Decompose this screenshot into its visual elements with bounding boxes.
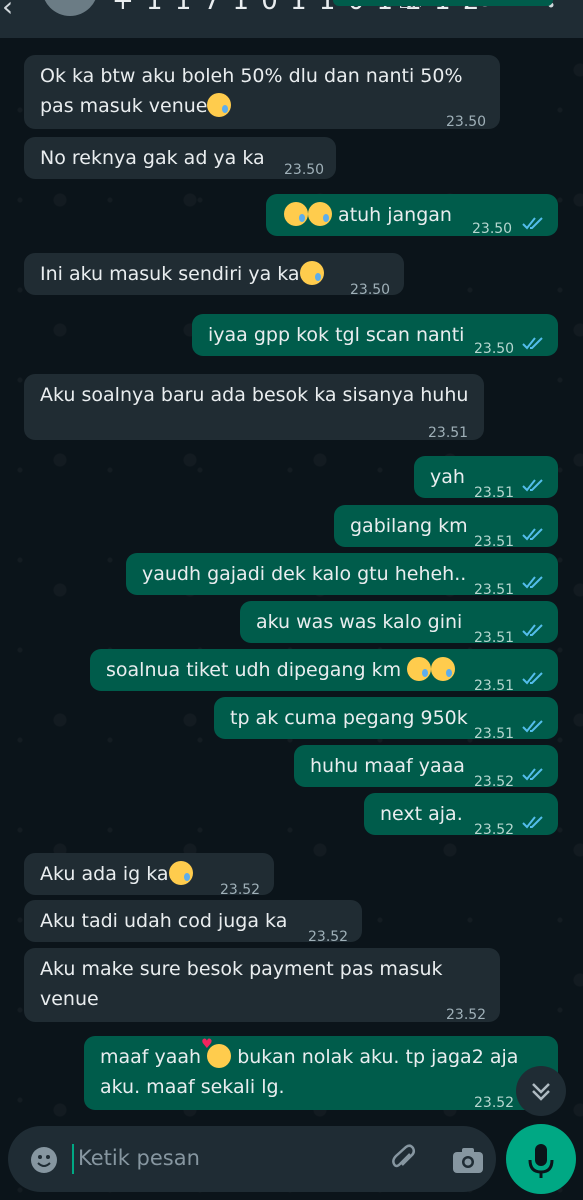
- message-time: 23.52: [474, 822, 515, 838]
- message-bubble-incoming[interactable]: Aku tadi udah cod juga ka 23.52: [24, 900, 362, 945]
- voice-record-button[interactable]: [506, 1124, 576, 1194]
- message-bubble-outgoing[interactable]: gabilang km 23.51: [334, 505, 558, 550]
- message-text: yaudh gajadi dek kalo gtu heheh..: [142, 563, 467, 585]
- message-text: next aja.: [380, 803, 463, 825]
- read-ticks-icon: [522, 672, 543, 685]
- scroll-to-bottom-button[interactable]: [516, 1066, 566, 1116]
- message-bubble-outgoing[interactable]: atuh jangan 23.50: [266, 194, 558, 237]
- attach-paperclip-icon[interactable]: [388, 1144, 418, 1174]
- smiling-face-with-hearts-emoji: [201, 1038, 232, 1068]
- message-text: soalnua tiket udh dipegang km: [106, 655, 456, 685]
- message-input[interactable]: Ketik pesan: [78, 1146, 200, 1170]
- camera-icon[interactable]: [452, 1146, 484, 1174]
- read-ticks-icon: [522, 816, 543, 829]
- message-time: 23.50: [474, 341, 515, 357]
- read-ticks-icon: [522, 576, 543, 589]
- read-ticks-icon: [522, 624, 543, 637]
- message-time: 23.52: [474, 1095, 515, 1111]
- text-caret: [72, 1144, 74, 1174]
- message-bubble-outgoing[interactable]: next aja. 23.52: [364, 793, 558, 838]
- message-bubble-outgoing[interactable]: yaudh gajadi dek kalo gtu heheh.. 23.51: [126, 553, 558, 598]
- message-bubble-incoming[interactable]: Ok ka btw aku boleh 50% dlu dan nanti 50…: [24, 55, 500, 130]
- message-text: atuh jangan: [284, 200, 452, 230]
- message-text: No reknya gak ad ya ka: [40, 147, 265, 169]
- message-text: Aku tadi udah cod juga ka: [40, 910, 288, 932]
- crying-face-emoji: [407, 657, 432, 681]
- previous-message-bubble: [333, 0, 553, 6]
- crying-face-emoji: [284, 202, 308, 226]
- message-bubble-outgoing[interactable]: iyaa gpp kok tgl scan nanti 23.50: [192, 314, 558, 357]
- emoji-icon[interactable]: [30, 1146, 58, 1174]
- message-text: Ini aku masuk sendiri ya ka: [40, 259, 324, 289]
- message-time: 23.50: [446, 114, 487, 130]
- message-text: Aku make sure besok payment pas masuk ve…: [40, 958, 443, 1010]
- message-text: maaf yaah bukan nolak aku. tp jaga2 aja …: [100, 1038, 536, 1102]
- message-composer: Ketik pesan: [8, 1126, 496, 1192]
- back-arrow-icon[interactable]: ‹: [2, 0, 13, 23]
- message-text: huhu maaf yaaa: [310, 755, 465, 777]
- message-bubble-incoming[interactable]: Aku ada ig ka 23.52: [24, 853, 274, 898]
- read-ticks-icon: [522, 479, 543, 492]
- message-time: 23.50: [472, 221, 513, 237]
- read-ticks-icon: [522, 720, 543, 733]
- read-ticks-icon: [522, 528, 543, 541]
- pleading-face-emoji: [299, 261, 324, 285]
- message-bubble-incoming[interactable]: Aku soalnya baru ada besok ka sisanya hu…: [24, 374, 484, 441]
- message-text: iyaa gpp kok tgl scan nanti: [208, 324, 465, 346]
- message-bubble-incoming[interactable]: Ini aku masuk sendiri ya ka 23.50: [24, 253, 404, 298]
- message-bubble-outgoing[interactable]: soalnua tiket udh dipegang km 23.51: [90, 649, 558, 694]
- message-text: Aku ada ig ka: [40, 859, 193, 889]
- message-text: tp ak cuma pegang 950k: [230, 707, 468, 729]
- message-bubble-incoming[interactable]: No reknya gak ad ya ka 23.50: [24, 137, 336, 179]
- message-time: 23.50: [284, 162, 325, 178]
- message-bubble-outgoing[interactable]: maaf yaah bukan nolak aku. tp jaga2 aja …: [84, 1036, 558, 1111]
- message-text: Aku soalnya baru ada besok ka sisanya hu…: [40, 384, 469, 406]
- crying-face-emoji: [308, 202, 332, 226]
- message-text: Ok ka btw aku boleh 50% dlu dan nanti 50…: [40, 65, 463, 117]
- message-time: 23.51: [428, 425, 469, 441]
- read-ticks-icon: [522, 337, 543, 350]
- message-bubble-outgoing[interactable]: tp ak cuma pegang 950k 23.51: [214, 697, 558, 742]
- message-text: aku was was kalo gini: [256, 611, 463, 633]
- message-time: 23.51: [474, 485, 515, 501]
- crying-face-emoji: [431, 657, 456, 681]
- pleading-face-emoji: [207, 93, 232, 117]
- message-time: 23.52: [446, 1007, 487, 1023]
- pleading-face-emoji: [168, 861, 193, 885]
- message-text: gabilang km: [350, 515, 468, 537]
- read-ticks-icon: [522, 217, 543, 230]
- message-bubble-outgoing[interactable]: huhu maaf yaaa 23.52: [294, 745, 558, 790]
- double-chevron-down-icon: [532, 1083, 550, 1101]
- message-time: 23.50: [350, 282, 391, 298]
- read-ticks-icon: [522, 768, 543, 781]
- message-bubble-outgoing[interactable]: yah 23.51: [414, 456, 558, 501]
- microphone-icon: [528, 1144, 554, 1178]
- message-bubble-outgoing[interactable]: aku was was kalo gini 23.51: [240, 601, 558, 646]
- message-text: yah: [430, 466, 465, 488]
- message-bubble-incoming[interactable]: Aku make sure besok payment pas masuk ve…: [24, 948, 500, 1023]
- avatar[interactable]: [42, 0, 98, 16]
